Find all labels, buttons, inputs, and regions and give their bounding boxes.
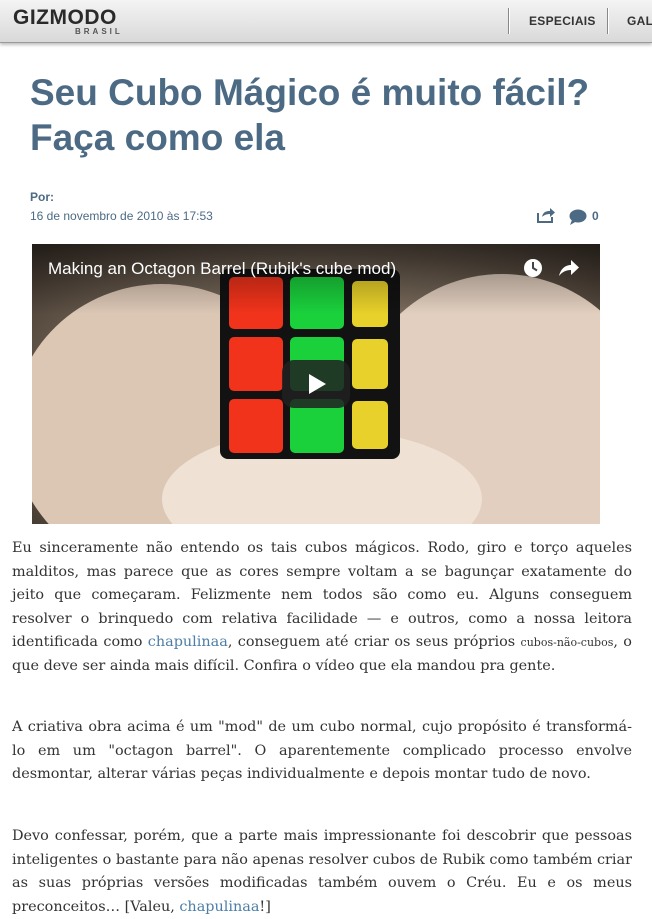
play-icon: [309, 374, 326, 394]
nav-divider: [607, 8, 608, 34]
video-title[interactable]: Making an Octagon Barrel (Rubik's cube m…: [48, 259, 396, 279]
sticker-yellow: [352, 339, 388, 389]
paragraph-text: Devo confessar, porém, que a parte mais …: [12, 828, 632, 915]
play-button[interactable]: [282, 360, 350, 408]
article-paragraph-1: Eu sinceramente não entendo os tais cubo…: [12, 537, 632, 678]
paragraph-small-text: cubos-não-cubos: [520, 636, 614, 649]
byline: Por:: [30, 190, 54, 204]
paragraph-text: , conseguem até criar os seus próprios: [227, 634, 521, 650]
publish-date: 16 de novembro de 2010 às 17:53: [30, 209, 213, 223]
reader-link[interactable]: chapulinaa: [148, 634, 228, 650]
share-icon[interactable]: [537, 207, 555, 223]
article-paragraph-2: A criativa obra acima é um "mod" de um c…: [12, 719, 632, 782]
nav-item-galerias[interactable]: GALE: [627, 14, 652, 28]
video-title-overlay: [32, 244, 600, 314]
comment-count[interactable]: 0: [592, 209, 599, 223]
nav-divider: [508, 8, 509, 34]
logo-subtext: BRASIL: [75, 27, 123, 36]
top-navigation-bar: GIZMODO BRASIL ESPECIAIS GALE: [0, 0, 652, 43]
gizmodo-logo[interactable]: GIZMODO BRASIL: [13, 6, 120, 36]
sticker-red: [229, 399, 283, 453]
paragraph-text: !]: [259, 898, 271, 915]
logo-text: GIZMODO: [13, 6, 117, 29]
video-player[interactable]: Making an Octagon Barrel (Rubik's cube m…: [32, 244, 600, 524]
sticker-yellow: [352, 401, 388, 449]
sticker-red: [229, 337, 283, 391]
comment-icon[interactable]: [569, 209, 587, 225]
share-arrow-icon[interactable]: [558, 258, 580, 278]
clock-icon[interactable]: [523, 258, 543, 278]
reader-link[interactable]: chapulinaa: [179, 899, 259, 915]
article-paragraph-3: Devo confessar, porém, que a parte mais …: [12, 825, 632, 919]
nav-item-especiais[interactable]: ESPECIAIS: [529, 14, 596, 28]
article-title: Seu Cubo Mágico é muito fácil? Faça como…: [30, 72, 590, 158]
